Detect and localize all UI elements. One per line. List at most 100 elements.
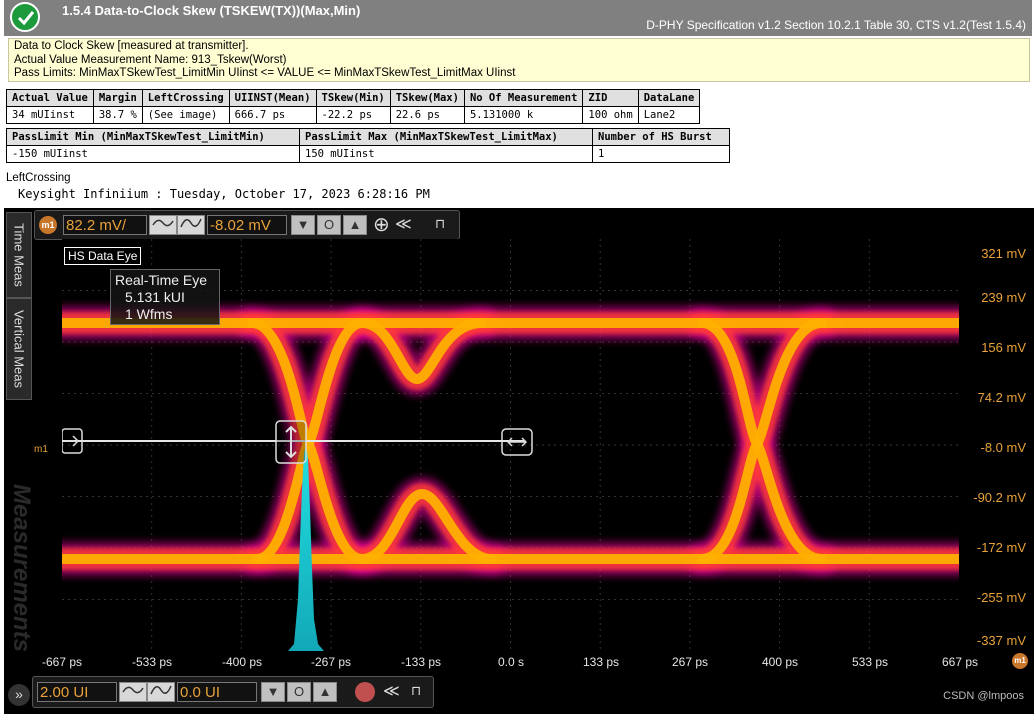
hscale-decrease-button[interactable] (119, 682, 147, 702)
offset-up-button[interactable]: ▲ (343, 215, 367, 235)
y-axis-label: 321 mV (981, 246, 1026, 261)
y-axis-label: 239 mV (981, 290, 1026, 305)
add-icon[interactable]: ⊕ (373, 215, 390, 235)
results-header-cell: LeftCrossing (141, 89, 230, 107)
tab-label: Measurements (8, 483, 35, 653)
info-box-line: Real-Time Eye (115, 272, 208, 288)
limits-header-cell: PassLimit Min (MinMaxTSkewTest_LimitMin) (6, 128, 300, 146)
collapse-icon[interactable]: ≪ (395, 215, 412, 235)
pass-limits-line: Pass Limits: MinMaxTSkewTest_LimitMin UI… (14, 67, 516, 80)
marker-badge[interactable]: m1 (39, 216, 57, 234)
results-header-cell: Actual Value (6, 89, 94, 107)
results-header-cell: ZID (582, 89, 639, 107)
measurement-name-line: Actual Value Measurement Name: 913_Tskew… (14, 53, 287, 66)
trace-label: HS Data Eye (64, 247, 142, 265)
limits-value-cell: -150 mUIinst (6, 145, 300, 163)
tab-time-meas[interactable]: Time Meas (6, 212, 32, 298)
expand-icon[interactable]: » (8, 684, 30, 706)
hscale-increase-button[interactable] (147, 682, 175, 702)
wave-icon (180, 218, 202, 228)
limits-header-cell: Number of HS Burst (592, 128, 730, 146)
results-value-cell: 34 mUIinst (6, 106, 94, 124)
description-line: Data to Clock Skew [measured at transmit… (14, 40, 249, 52)
image-caption: LeftCrossing (6, 172, 71, 184)
x-axis-label: -400 ps (221, 655, 263, 669)
vertical-offset-field[interactable]: -8.02 mV (207, 215, 287, 235)
collapse-icon[interactable]: ≪ (383, 682, 400, 702)
horizontal-toolbar: 2.00 UI 0.0 UI ▼ O ▲ ≪ ⊓ (32, 676, 434, 708)
tab-measurements[interactable]: Measurements (8, 478, 35, 658)
zero-icon: O (293, 684, 305, 699)
chevron-up-icon: ▲ (348, 217, 362, 232)
results-value-cell: 5.131000 k (463, 106, 584, 124)
tab-label: Time Meas (11, 223, 27, 287)
hoffset-down-button[interactable]: ▼ (261, 682, 285, 702)
record-icon[interactable] (355, 682, 375, 702)
wave-icon (150, 685, 172, 695)
x-axis-label: -133 ps (400, 655, 442, 669)
hoffset-up-button[interactable]: ▲ (313, 682, 337, 702)
x-axis-label: 667 ps (941, 655, 979, 669)
test-description: Data to Clock Skew [measured at transmit… (8, 38, 1030, 82)
marker-badge-axis[interactable]: m1 (1012, 653, 1028, 669)
crossing-marker-handle[interactable] (275, 420, 307, 464)
results-value-cell: Lane2 (637, 106, 701, 124)
wave-icon (122, 686, 144, 694)
x-axis-label: 533 ps (851, 655, 889, 669)
results-header-cell: TSkew(Max) (389, 89, 465, 107)
x-axis-label: -667 ps (41, 655, 83, 669)
results-header-cell: Margin (92, 89, 143, 107)
horizontal-scale-field[interactable]: 2.00 UI (37, 682, 117, 702)
capture-timestamp: Keysight Infiniium : Tuesday, October 17… (18, 187, 430, 201)
test-title: 1.5.4 Data-to-Clock Skew (TSKEW(TX))(Max… (62, 3, 361, 18)
results-header-cell: TSkew(Min) (315, 89, 391, 107)
results-header-cell: No Of Measurement (463, 89, 584, 107)
watermark: CSDN @lmpoos (943, 690, 1024, 702)
vertical-toolbar: m1 82.2 mV/ -8.02 mV ▼ O ▲ ⊕ ≪ ⊓ (34, 210, 460, 240)
results-value-cell: 100 ohm (582, 106, 639, 124)
y-axis-label: 156 mV (981, 340, 1026, 355)
x-axis-label: 133 ps (582, 655, 620, 669)
hoffset-zero-button[interactable]: O (287, 682, 311, 702)
chevron-down-icon: ▼ (296, 217, 310, 232)
scale-decrease-button[interactable] (149, 215, 177, 235)
offset-down-button[interactable]: ▼ (291, 215, 315, 235)
scale-increase-button[interactable] (177, 215, 205, 235)
x-axis-label: -267 ps (310, 655, 352, 669)
results-value-row: 34 mUIinst 38.7 % (See image) 666.7 ps -… (6, 106, 701, 124)
eye-info-box: Real-Time Eye 5.131 kUI 1 Wfms (110, 269, 220, 325)
zero-icon: O (323, 217, 335, 232)
wave-icon (152, 219, 174, 227)
y-axis-label: -90.2 mV (973, 490, 1026, 505)
y-axis-label: -255 mV (976, 590, 1026, 605)
limits-header-row: PassLimit Min (MinMaxTSkewTest_LimitMin)… (6, 128, 730, 146)
tab-label: Vertical Meas (11, 309, 27, 389)
limits-value-cell: 150 mUIinst (299, 145, 593, 163)
horizontal-offset-field[interactable]: 0.0 UI (177, 682, 257, 702)
limits-value-row: -150 mUIinst 150 mUIinst 1 (6, 145, 730, 163)
vertical-scale-field[interactable]: 82.2 mV/ (63, 215, 147, 235)
report-header: 1.5.4 Data-to-Clock Skew (TSKEW(TX))(Max… (4, 0, 1032, 36)
results-value-cell: (See image) (141, 106, 230, 124)
pin-icon[interactable]: ⊓ (435, 214, 445, 234)
y-axis-label: -172 mV (976, 540, 1026, 555)
results-value-cell: 666.7 ps (228, 106, 317, 124)
pin-icon[interactable]: ⊓ (411, 681, 421, 701)
results-value-cell: 22.6 ps (389, 106, 465, 124)
tab-vertical-meas[interactable]: Vertical Meas (6, 298, 32, 400)
eye-diagram-plot: HS Data Eye Real-Time Eye 5.131 kUI 1 Wf… (45, 239, 976, 651)
offset-zero-button[interactable]: O (317, 215, 341, 235)
info-box-line: 5.131 kUI (125, 289, 185, 305)
spec-reference: D-PHY Specification v1.2 Section 10.2.1 … (646, 18, 1026, 32)
y-axis-label: -8.0 mV (980, 440, 1026, 455)
x-axis-label: 267 ps (671, 655, 709, 669)
results-value-cell: 38.7 % (92, 106, 143, 124)
results-value-cell: -22.2 ps (315, 106, 391, 124)
limits-table: PassLimit Min (MinMaxTSkewTest_LimitMin)… (6, 128, 730, 163)
x-axis-label: 400 ps (761, 655, 799, 669)
results-header-cell: DataLane (637, 89, 701, 107)
marker-label: m1 (34, 444, 48, 455)
info-box-line: 1 Wfms (125, 306, 173, 322)
y-axis-label: -337 mV (976, 633, 1026, 648)
limits-header-cell: PassLimit Max (MinMaxTSkewTest_LimitMax) (299, 128, 593, 146)
